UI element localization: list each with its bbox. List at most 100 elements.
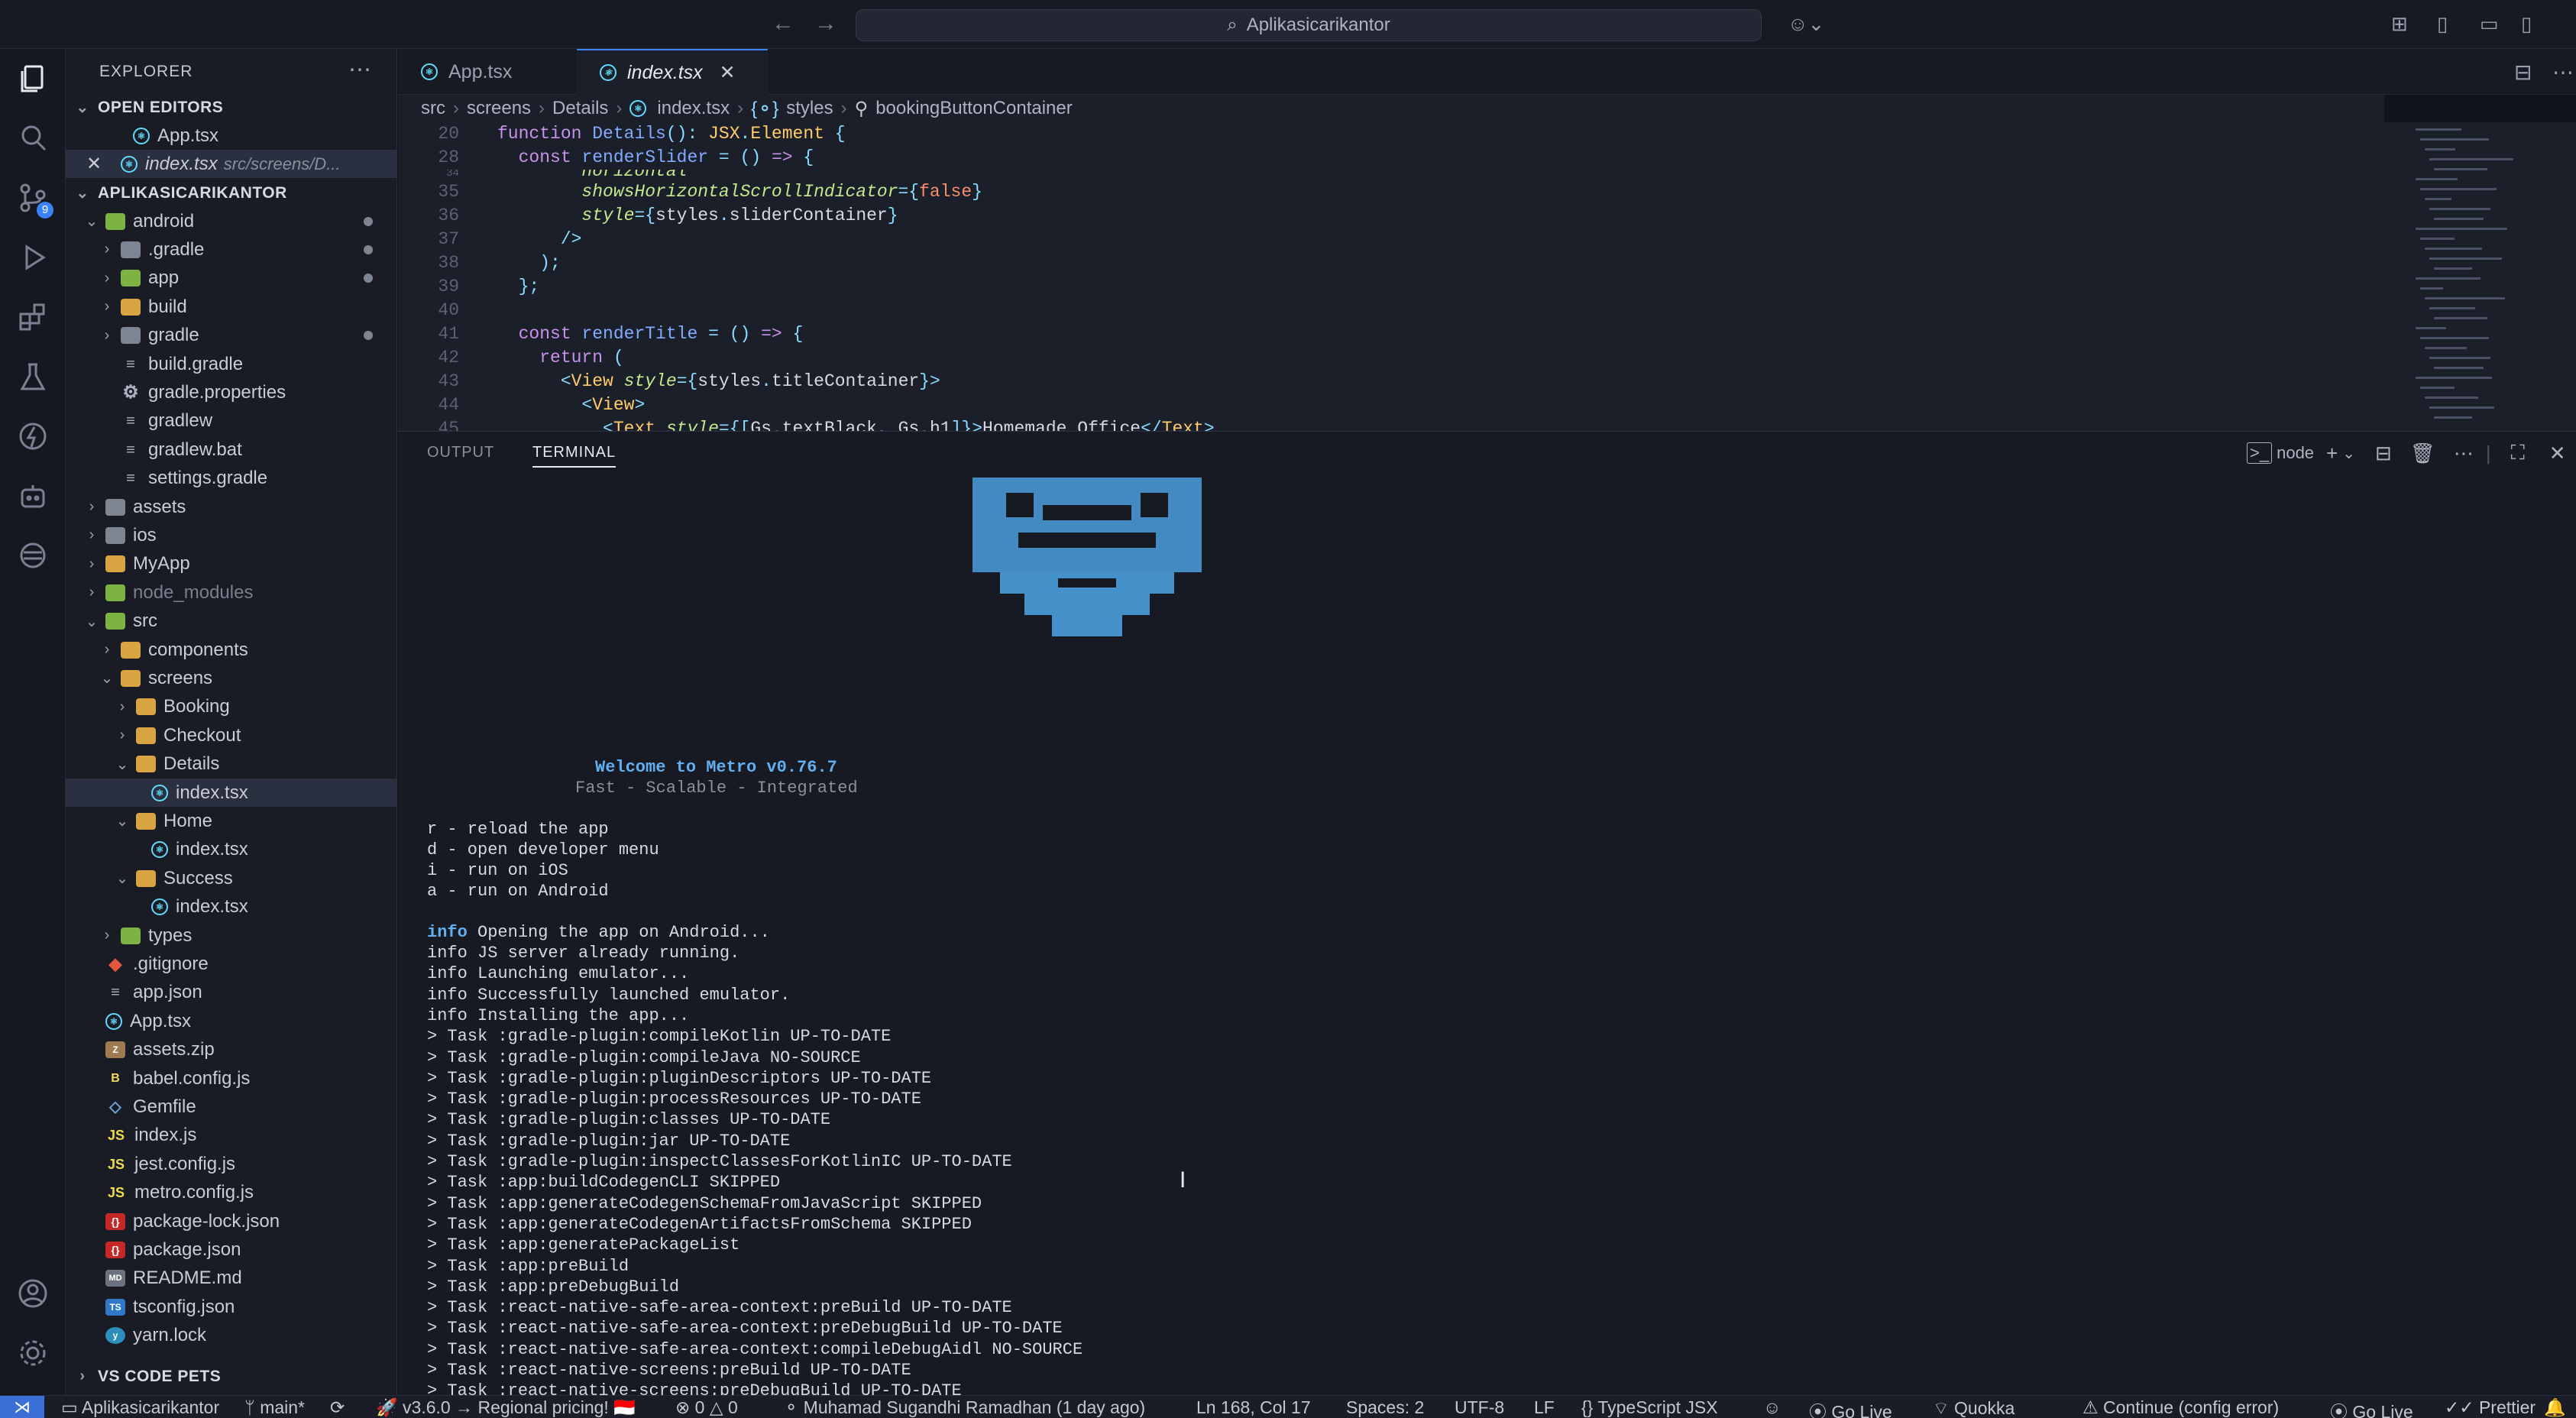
breadcrumb-item[interactable]: bookingButtonContainer	[875, 98, 1073, 119]
tree-item[interactable]: ⚛ index.tsx	[66, 893, 397, 921]
tree-item[interactable]: ◇ Gemfile	[66, 1093, 397, 1121]
status-prettier[interactable]: ✓✓ Prettier	[2445, 1397, 2536, 1418]
status-version[interactable]: 🚀 v3.6.0 → Regional pricing! 🇮🇩	[376, 1397, 636, 1418]
robot-icon[interactable]	[14, 477, 52, 515]
breadcrumb-item[interactable]: screens	[467, 98, 531, 119]
tree-item[interactable]: TS tsconfig.json	[66, 1293, 397, 1321]
tree-item[interactable]: MD README.md	[66, 1264, 397, 1293]
status-branch[interactable]: ᛘ main*	[244, 1397, 305, 1418]
status-cursor-position[interactable]: Ln 168, Col 17	[1196, 1397, 1311, 1418]
tree-item[interactable]: › app	[66, 264, 397, 293]
trash-icon[interactable]: 🗑	[2410, 442, 2435, 465]
search-icon[interactable]	[14, 119, 52, 157]
copilot-icon[interactable]: ☺⌄	[1788, 12, 1824, 36]
terminal-output[interactable]: Welcome to Metro v0.76.7 Fast - Scalable…	[427, 478, 2551, 1418]
sync-icon[interactable]: ⟳	[330, 1397, 345, 1418]
tree-item[interactable]: ≡ app.json	[66, 979, 397, 1007]
tree-item[interactable]: {} package-lock.json	[66, 1207, 397, 1235]
remote-explorer-icon[interactable]	[14, 536, 52, 575]
status-problems[interactable]: ⊗ 0 △ 0	[675, 1397, 738, 1418]
tree-item[interactable]: y yarn.lock	[66, 1322, 397, 1350]
tree-item[interactable]: › build	[66, 293, 397, 321]
tree-item[interactable]: JS jest.config.js	[66, 1150, 397, 1178]
tree-item[interactable]: › components	[66, 636, 397, 664]
close-panel-icon[interactable]: ✕	[2549, 442, 2566, 465]
tree-item[interactable]: › assets	[66, 493, 397, 521]
split-editor-icon[interactable]: ⊟	[2514, 60, 2532, 85]
tree-item[interactable]: › node_modules	[66, 578, 397, 607]
tree-item[interactable]: {} package.json	[66, 1235, 397, 1264]
tree-item[interactable]: › gradle	[66, 322, 397, 350]
open-editors-section[interactable]: ⌄ OPEN EDITORS	[66, 93, 397, 121]
code-editor[interactable]: 20 function Details(): JSX.Element { 28 c…	[398, 122, 2576, 431]
tab-output[interactable]: OUTPUT	[427, 444, 494, 461]
breadcrumb-item[interactable]: Details	[552, 98, 608, 119]
forward-arrow-icon[interactable]: →	[814, 11, 837, 37]
status-eol[interactable]: LF	[1534, 1397, 1555, 1418]
tree-item[interactable]: ⌄ Home	[66, 807, 397, 835]
tree-item[interactable]: ≡ gradlew.bat	[66, 435, 397, 464]
more-actions-icon[interactable]: ⋯	[2454, 442, 2474, 465]
tree-item[interactable]: › MyApp	[66, 550, 397, 578]
tree-item[interactable]: ≡ build.gradle	[66, 350, 397, 378]
status-go-live-2[interactable]: ⦿ Go Live	[2330, 1397, 2413, 1418]
status-encoding[interactable]: UTF-8	[1455, 1397, 1504, 1418]
tree-item[interactable]: ⌄ Success	[66, 864, 397, 892]
extensions-icon[interactable]	[14, 298, 52, 336]
account-icon[interactable]	[14, 1274, 52, 1313]
status-workspace[interactable]: ▭ Aplikasicarikantor	[61, 1397, 219, 1418]
status-continue[interactable]: ⚠ Continue (config error)	[2082, 1397, 2279, 1418]
more-actions-icon[interactable]: ⋯	[2552, 60, 2574, 85]
project-section[interactable]: ⌄ APLIKASICARIKANTOR	[66, 179, 397, 207]
status-git-blame[interactable]: ⚬ Muhamad Sugandhi Ramadhan (1 day ago)	[784, 1397, 1145, 1418]
tree-item[interactable]: ⌄ android	[66, 207, 397, 235]
tab-app-tsx[interactable]: ⚛ App.tsx	[398, 49, 575, 95]
breadcrumb-item[interactable]: index.tsx	[657, 98, 730, 119]
tab-terminal[interactable]: TERMINAL	[532, 444, 616, 468]
notifications-icon[interactable]: 🔔	[2544, 1397, 2566, 1418]
tree-item[interactable]: Bbabel.config.js	[66, 1064, 397, 1093]
command-center-search[interactable]: ⌕ Aplikasicarikantor	[856, 9, 1762, 41]
tree-item[interactable]: › ios	[66, 521, 397, 549]
status-go-live[interactable]: ⦿ Go Live	[1809, 1397, 1892, 1418]
tree-item[interactable]: ⚛ index.tsx	[66, 779, 397, 807]
layout-toggle-icon[interactable]: ⊞	[2391, 12, 2408, 36]
tree-item[interactable]: ⚛ App.tsx	[66, 1007, 397, 1035]
add-terminal-icon[interactable]: +	[2326, 442, 2338, 465]
tree-item[interactable]: ⌄ screens	[66, 664, 397, 692]
minimap[interactable]	[2416, 122, 2530, 428]
tree-item[interactable]: › types	[66, 921, 397, 950]
tree-item[interactable]: › .gradle	[66, 235, 397, 264]
status-indentation[interactable]: Spaces: 2	[1346, 1397, 1424, 1418]
tree-item[interactable]: ⌄ Details	[66, 750, 397, 779]
remote-icon[interactable]: ⋊	[0, 1396, 44, 1418]
tree-item[interactable]: › Booking	[66, 693, 397, 721]
testing-icon[interactable]	[14, 358, 52, 396]
maximize-panel-icon[interactable]: ⛶	[2511, 441, 2525, 465]
toggle-panel-icon[interactable]: ▭	[2480, 12, 2499, 36]
tree-item[interactable]: JS metro.config.js	[66, 1179, 397, 1207]
status-quokka[interactable]: ⌔ Quokka	[1933, 1397, 2015, 1418]
manage-gear-icon[interactable]	[14, 1334, 52, 1372]
more-actions-icon[interactable]: ⋯	[348, 57, 371, 83]
terminal-name[interactable]: node	[2277, 443, 2314, 463]
status-language[interactable]: {} TypeScript JSX	[1581, 1397, 1718, 1418]
tree-item[interactable]: ≡ gradlew	[66, 407, 397, 435]
open-editor-item[interactable]: ✕ ⚛ index.tsx src/screens/D...	[66, 150, 397, 178]
tree-item[interactable]: ≡ settings.gradle	[66, 465, 397, 493]
toggle-secondary-sidebar-icon[interactable]: ▯	[2521, 12, 2532, 36]
split-terminal-icon[interactable]: ⊟	[2375, 442, 2392, 465]
tree-item[interactable]: ⚛ index.tsx	[66, 836, 397, 864]
breadcrumb-item[interactable]: styles	[786, 98, 833, 119]
chevron-down-icon[interactable]: ⌄	[2342, 444, 2355, 463]
tree-item[interactable]: Zassets.zip	[66, 1036, 397, 1064]
tree-item[interactable]: ⚙ gradle.properties	[66, 378, 397, 406]
toggle-sidebar-icon[interactable]: ▯	[2437, 12, 2448, 36]
breadcrumb-item[interactable]: src	[421, 98, 445, 119]
tree-item[interactable]: › Checkout	[66, 721, 397, 749]
tree-item[interactable]: JS index.js	[66, 1122, 397, 1150]
run-debug-icon[interactable]	[14, 238, 52, 277]
copilot-status-icon[interactable]: ☺	[1763, 1397, 1781, 1418]
explorer-icon[interactable]	[14, 60, 52, 98]
tree-item[interactable]: ⌄ src	[66, 607, 397, 636]
